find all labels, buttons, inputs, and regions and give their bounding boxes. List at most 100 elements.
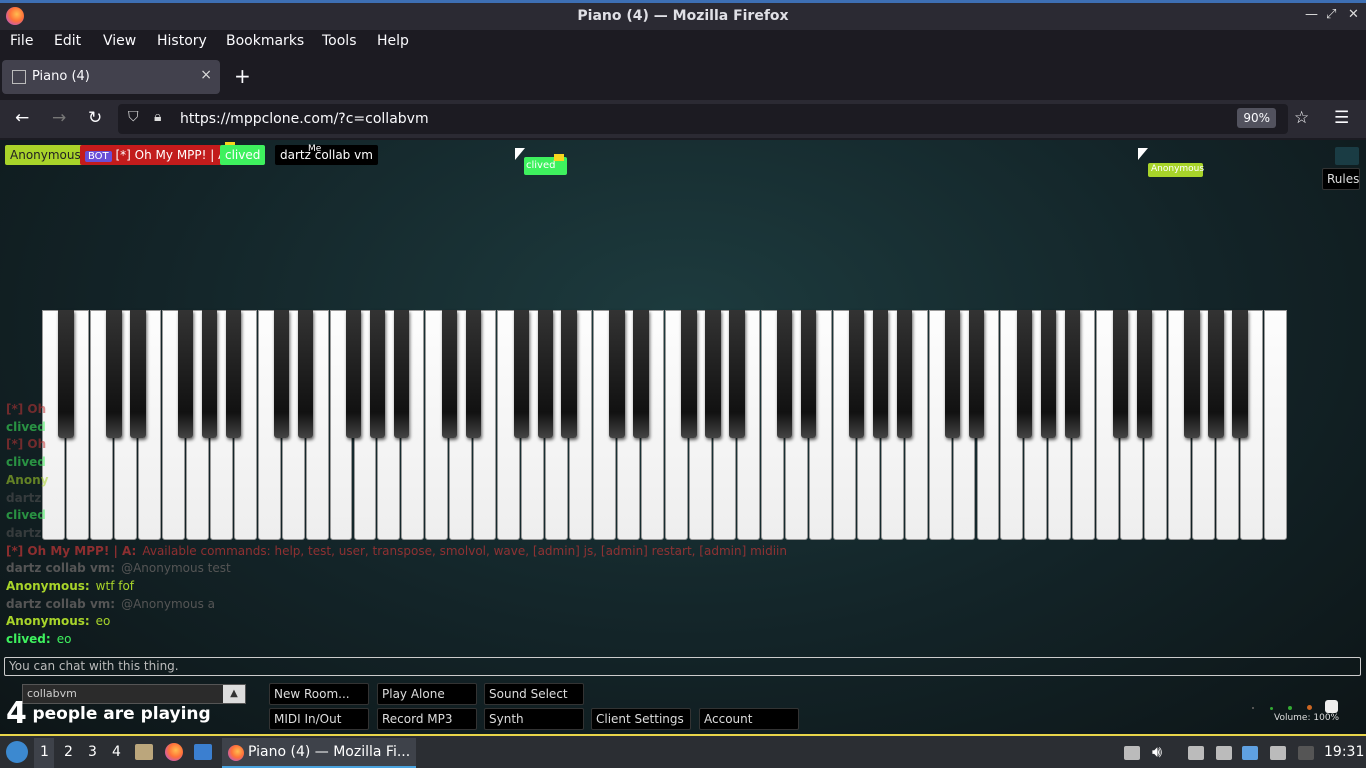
play-alone-button[interactable]: Play Alone: [377, 683, 477, 705]
chat-message: [*] Oh My MPP! | A: Available commands: h…: [6, 544, 787, 558]
piano-black-key[interactable]: [1208, 310, 1224, 438]
piano-black-key[interactable]: [465, 310, 481, 438]
record-mp3-button[interactable]: Record MP3: [377, 708, 477, 730]
piano-black-key[interactable]: [1112, 310, 1128, 438]
menu-bookmarks[interactable]: Bookmarks: [226, 33, 304, 49]
star-icon[interactable]: ☆: [1294, 108, 1309, 128]
piano-black-key[interactable]: [705, 310, 721, 438]
workspace-2[interactable]: 2: [64, 744, 73, 760]
sound-select-button[interactable]: Sound Select: [484, 683, 584, 705]
piano-black-key[interactable]: [273, 310, 290, 438]
piano-black-key[interactable]: [537, 310, 553, 438]
player-tag-clived[interactable]: clived: [220, 145, 266, 165]
piano-black-key[interactable]: [58, 310, 74, 438]
arrow-right-icon[interactable]: →: [52, 108, 66, 128]
chat-author: clived:: [6, 632, 51, 647]
start-menu-icon[interactable]: [6, 741, 28, 763]
window-titlebar: Piano (4) — Mozilla Firefox — ⤢ ✕: [0, 0, 1366, 30]
piano-black-key[interactable]: [944, 310, 961, 438]
piano-black-key[interactable]: [729, 310, 745, 438]
piano-black-key[interactable]: [369, 310, 386, 438]
piano-black-key[interactable]: [633, 310, 649, 438]
piano-black-key[interactable]: [1136, 310, 1152, 438]
player-tag-anonymous[interactable]: Anonymous: [5, 145, 86, 165]
piano-black-key[interactable]: [1040, 310, 1057, 438]
piano-black-key[interactable]: [178, 310, 194, 438]
client-settings-button[interactable]: Client Settings: [591, 708, 691, 730]
player-tag-me[interactable]: dartz collab vm: [275, 145, 378, 165]
firefox-launcher-icon[interactable]: [165, 743, 183, 761]
piano-black-key[interactable]: [226, 310, 242, 438]
menu-file[interactable]: File: [10, 33, 33, 49]
piano-black-key[interactable]: [968, 310, 985, 438]
new-tab-button[interactable]: +: [234, 64, 251, 88]
rules-button[interactable]: Rules: [1322, 168, 1360, 190]
piano-black-key[interactable]: [1232, 310, 1248, 438]
piano-black-key[interactable]: [441, 310, 457, 438]
piano-black-key[interactable]: [561, 310, 577, 438]
shield-icon[interactable]: ⛉: [128, 109, 139, 125]
menu-history[interactable]: History: [157, 33, 207, 49]
chevron-up-icon[interactable]: ▲: [223, 685, 245, 703]
workspace-3[interactable]: 3: [88, 744, 97, 760]
synth-button[interactable]: Synth: [484, 708, 584, 730]
piano-black-key[interactable]: [513, 310, 529, 438]
piano-black-key[interactable]: [681, 310, 697, 438]
piano-black-key[interactable]: [297, 310, 314, 438]
menu-help[interactable]: Help: [377, 33, 409, 49]
workspace-4[interactable]: 4: [112, 744, 121, 760]
chat-message: dartz: [6, 526, 41, 540]
chat-author: clived: [6, 419, 46, 434]
close-window-icon[interactable]: ✕: [1348, 7, 1359, 22]
volume-icon[interactable]: 🔊︎: [1152, 742, 1162, 762]
player-tag-bot[interactable]: BOT [*] Oh My MPP! | A: [80, 145, 232, 165]
url-bar[interactable]: ⛉ 🔒︎ https://mppclone.com/?c=collabvm 90…: [118, 104, 1288, 134]
reload-icon[interactable]: ↻: [88, 108, 102, 128]
keyboard-tray-icon[interactable]: [1216, 746, 1232, 760]
hamburger-menu-icon[interactable]: ☰: [1334, 108, 1349, 128]
mail-icon[interactable]: [1270, 746, 1286, 760]
piano-black-key[interactable]: [393, 310, 410, 438]
zoom-level-button[interactable]: 90%: [1237, 108, 1276, 128]
file-manager-icon[interactable]: [135, 744, 153, 760]
chat-input[interactable]: You can chat with this thing.: [4, 657, 1361, 676]
piano-black-key[interactable]: [609, 310, 625, 438]
terminal-launcher-icon[interactable]: [194, 744, 212, 760]
piano-black-key[interactable]: [345, 310, 362, 438]
arrow-left-icon[interactable]: ←: [15, 108, 29, 128]
terminal-tray-icon[interactable]: [1298, 746, 1314, 760]
piano-black-key[interactable]: [801, 310, 817, 438]
minimize-icon[interactable]: —: [1305, 7, 1318, 22]
piano-black-key[interactable]: [1184, 310, 1200, 438]
notification-icon[interactable]: [1242, 746, 1258, 760]
clipboard-icon[interactable]: [1188, 746, 1204, 760]
tray-monitor-icon[interactable]: [1124, 746, 1140, 760]
piano-white-key[interactable]: [1264, 310, 1287, 540]
url-text[interactable]: https://mppclone.com/?c=collabvm: [180, 111, 429, 127]
piano-black-key[interactable]: [1064, 310, 1080, 438]
chat-message: clived: eo: [6, 632, 71, 646]
menu-view[interactable]: View: [103, 33, 136, 49]
maximize-icon[interactable]: ⤢: [1326, 7, 1336, 22]
tab-piano[interactable]: Piano (4) ×: [2, 60, 220, 94]
account-button[interactable]: Account: [699, 708, 799, 730]
piano-black-key[interactable]: [202, 310, 218, 438]
new-room-button[interactable]: New Room...: [269, 683, 369, 705]
close-tab-icon[interactable]: ×: [200, 67, 212, 83]
volume-knob[interactable]: [1325, 700, 1338, 713]
piano-tab-icon: [12, 70, 26, 84]
piano-black-key[interactable]: [849, 310, 865, 438]
menu-edit[interactable]: Edit: [54, 33, 81, 49]
taskbar-task-firefox[interactable]: Piano (4) — Mozilla Fi...: [222, 738, 416, 768]
piano-black-key[interactable]: [1016, 310, 1033, 438]
keyboard-icon[interactable]: [1335, 147, 1359, 165]
piano-black-key[interactable]: [106, 310, 122, 438]
piano-black-key[interactable]: [896, 310, 913, 438]
workspace-1[interactable]: 1: [40, 744, 49, 760]
piano-black-key[interactable]: [777, 310, 793, 438]
midi-button[interactable]: MIDI In/Out: [269, 708, 369, 730]
piano-black-key[interactable]: [130, 310, 146, 438]
piano-black-key[interactable]: [872, 310, 889, 438]
lock-icon[interactable]: 🔒︎: [154, 109, 161, 125]
menu-tools[interactable]: Tools: [322, 33, 357, 49]
